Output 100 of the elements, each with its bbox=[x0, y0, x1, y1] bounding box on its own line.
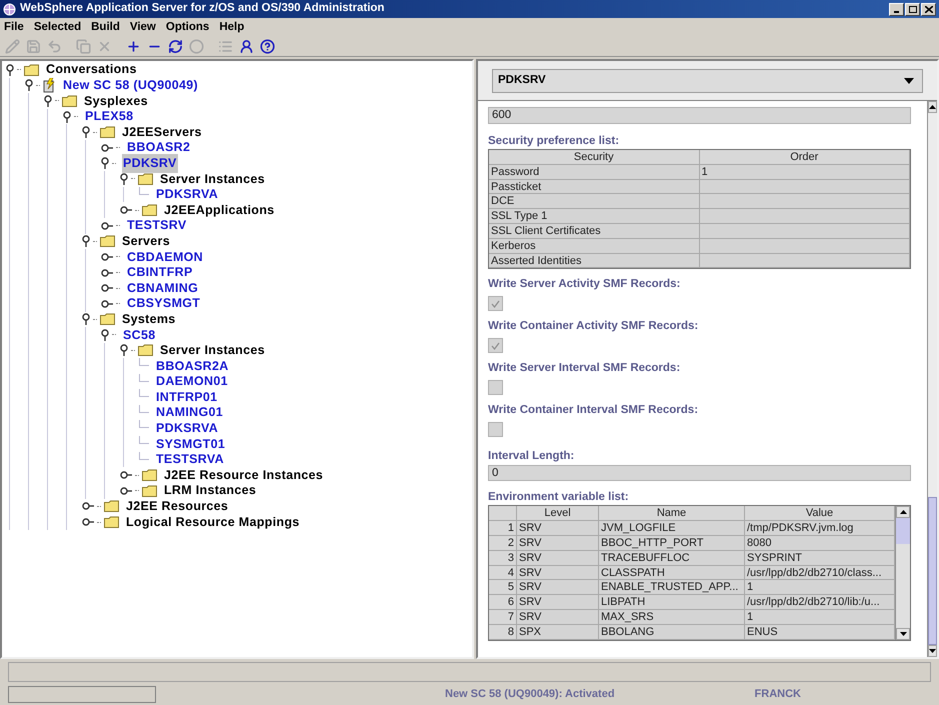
help-icon[interactable] bbox=[260, 39, 275, 54]
close-icon bbox=[924, 6, 932, 12]
folder-icon bbox=[142, 204, 157, 216]
collapsed-handle-icon[interactable] bbox=[101, 144, 113, 152]
table-cell: SRV bbox=[517, 521, 599, 536]
maximize-button[interactable] bbox=[905, 2, 920, 16]
table-cell: 1 bbox=[745, 610, 895, 625]
table-cell: 8080 bbox=[745, 536, 895, 551]
table-cell: SRV bbox=[517, 595, 599, 610]
folder-icon bbox=[100, 126, 115, 138]
scroll-thumb[interactable] bbox=[928, 497, 937, 645]
scroll-up-button[interactable] bbox=[896, 506, 910, 518]
table-cell: 1 bbox=[745, 580, 895, 596]
table-cell: SRV bbox=[517, 610, 599, 625]
table-cell: JVM_LOGFILE bbox=[599, 521, 745, 536]
folder-icon bbox=[100, 235, 115, 248]
row-number: 4 bbox=[489, 566, 517, 580]
expanded-handle-icon[interactable] bbox=[44, 94, 52, 107]
checkbox[interactable] bbox=[488, 422, 503, 438]
person-icon[interactable] bbox=[239, 39, 254, 54]
expanded-handle-icon[interactable] bbox=[120, 172, 128, 185]
table-cell: BBOC_HTTP_PORT bbox=[599, 536, 745, 551]
checkbox[interactable] bbox=[488, 338, 503, 354]
menu-item[interactable]: Selected bbox=[34, 18, 82, 36]
menu-item[interactable]: Options bbox=[166, 18, 210, 36]
table-cell: SRV bbox=[517, 580, 599, 596]
column-header[interactable]: Value bbox=[745, 506, 895, 522]
collapsed-handle-icon[interactable] bbox=[101, 222, 113, 230]
table-cell: Passticket bbox=[489, 180, 700, 194]
scroll-thumb[interactable] bbox=[896, 518, 910, 544]
panel-scrollbar[interactable] bbox=[927, 101, 937, 657]
collapsed-handle-icon[interactable] bbox=[101, 284, 113, 292]
column-header[interactable]: Order bbox=[700, 150, 910, 165]
row-number: 8 bbox=[489, 624, 517, 640]
expanded-handle-icon[interactable] bbox=[120, 344, 128, 356]
table-cell: SRV bbox=[517, 550, 599, 566]
table-cell: SRV bbox=[517, 566, 599, 580]
column-header[interactable]: Name bbox=[599, 506, 745, 522]
minimize-button[interactable] bbox=[889, 2, 904, 16]
window-title: WebSphere Application Server for z/OS and OS/390 Administration bbox=[20, 1, 384, 16]
scroll-down-button[interactable] bbox=[896, 628, 910, 640]
expanded-handle-icon[interactable] bbox=[82, 126, 90, 138]
folder-icon bbox=[142, 469, 157, 482]
tree-item[interactable]: PDKSRV bbox=[122, 154, 178, 173]
table-cell: BBOLANG bbox=[599, 624, 745, 640]
collapsed-handle-icon[interactable] bbox=[101, 252, 113, 261]
menu-item[interactable]: File bbox=[4, 18, 24, 36]
menu-item[interactable]: Help bbox=[219, 18, 244, 36]
scroll-up-button[interactable] bbox=[928, 101, 937, 113]
folder-icon bbox=[104, 516, 119, 528]
table-cell: DCE bbox=[489, 194, 700, 210]
column-header[interactable]: Level bbox=[517, 506, 599, 522]
expanded-handle-icon[interactable] bbox=[6, 64, 14, 76]
collapsed-handle-icon[interactable] bbox=[101, 268, 113, 277]
server-dropdown[interactable]: PDKSRV bbox=[492, 68, 923, 92]
collapsed-handle-icon[interactable] bbox=[82, 518, 94, 526]
menu-item[interactable]: Build bbox=[91, 18, 120, 36]
collapsed-handle-icon[interactable] bbox=[82, 502, 94, 510]
refresh-icon[interactable] bbox=[168, 39, 183, 54]
table-scrollbar[interactable] bbox=[895, 506, 910, 640]
timeout-field[interactable]: 600 bbox=[488, 107, 911, 124]
checkbox-label: Write Container Activity SMF Records: bbox=[488, 319, 700, 334]
checkbox[interactable] bbox=[488, 296, 503, 312]
close-button[interactable] bbox=[921, 2, 936, 16]
folder-icon bbox=[62, 94, 77, 107]
folder-icon bbox=[138, 344, 153, 356]
expanded-handle-icon[interactable] bbox=[82, 313, 90, 326]
collapsed-handle-icon[interactable] bbox=[120, 486, 132, 495]
table-cell: LIBPATH bbox=[599, 595, 745, 610]
table-cell: TRACEBUFFLOC bbox=[599, 550, 745, 566]
plus-icon[interactable] bbox=[126, 39, 141, 54]
table-cell: Kerberos bbox=[489, 238, 700, 254]
field-label: Environment variable list: bbox=[488, 490, 630, 504]
table-cell: ENABLE_TRUSTED_APP... bbox=[599, 580, 745, 596]
interval-field[interactable]: 0 bbox=[488, 465, 911, 482]
expanded-handle-icon[interactable] bbox=[25, 79, 33, 92]
collapsed-handle-icon[interactable] bbox=[120, 206, 132, 214]
row-number: 1 bbox=[489, 521, 517, 536]
expanded-handle-icon[interactable] bbox=[101, 157, 109, 170]
expanded-handle-icon[interactable] bbox=[63, 110, 71, 123]
check-icon bbox=[491, 300, 500, 308]
expanded-handle-icon[interactable] bbox=[101, 328, 109, 341]
table-cell: /usr/lpp/db2/db2710/lib:/u... bbox=[745, 595, 895, 610]
document-lightning-icon bbox=[43, 78, 56, 93]
menu-item[interactable]: View bbox=[130, 18, 156, 36]
collapsed-handle-icon[interactable] bbox=[101, 300, 113, 308]
up-arrow-icon bbox=[929, 105, 936, 109]
checkbox-label: Write Server Activity SMF Records: bbox=[488, 277, 682, 292]
scroll-down-button[interactable] bbox=[928, 645, 937, 657]
collapsed-handle-icon[interactable] bbox=[120, 471, 132, 480]
table-cell: 1 bbox=[700, 164, 910, 180]
checkbox[interactable] bbox=[488, 380, 503, 396]
globe-icon bbox=[3, 2, 16, 16]
table-cell: ENUS bbox=[745, 624, 895, 640]
row-number: 7 bbox=[489, 610, 517, 625]
user-name: FRANCK bbox=[754, 686, 801, 702]
table-cell: SSL Client Certificates bbox=[489, 224, 700, 239]
field-label: Interval Length: bbox=[488, 449, 576, 464]
column-header[interactable]: Security bbox=[489, 150, 700, 165]
expanded-handle-icon[interactable] bbox=[82, 235, 90, 248]
